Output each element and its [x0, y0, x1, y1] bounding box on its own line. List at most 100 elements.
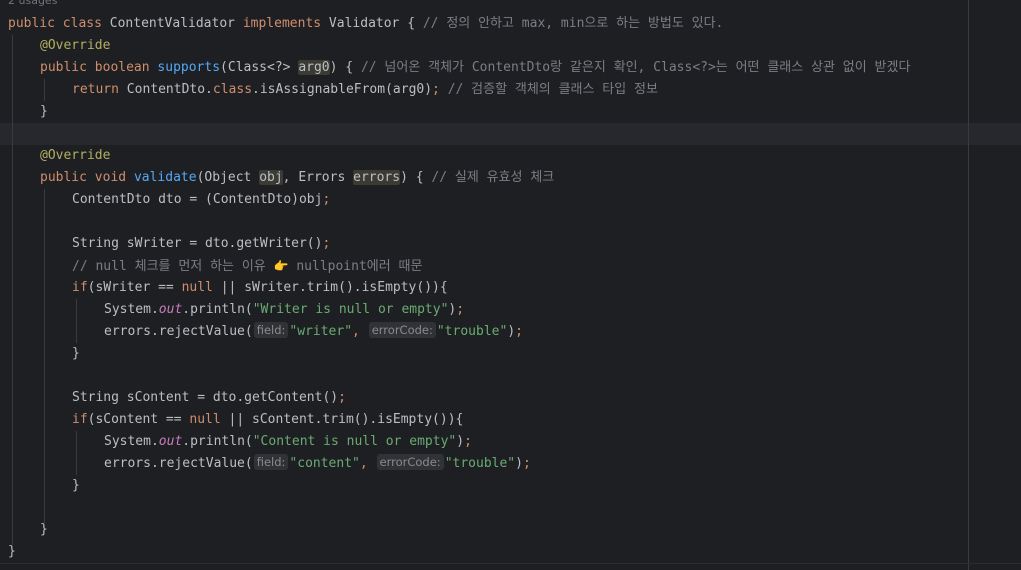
keyword: boolean	[94, 60, 150, 75]
code-text: errors.rejectValue(	[104, 324, 253, 339]
parameter-hint: errorCode:	[376, 454, 444, 470]
code-line-14[interactable]: System.out.println("Writer is null or em…	[104, 299, 464, 321]
semicolon: ;	[456, 302, 465, 317]
method-name: supports	[157, 60, 221, 75]
annotation: @Override	[40, 148, 111, 163]
code-line-25[interactable]: }	[8, 541, 16, 563]
code-text: )	[507, 324, 516, 339]
keyword: if	[72, 412, 88, 427]
code-line-15[interactable]: errors.rejectValue(field: "writer", error…	[104, 321, 523, 343]
code-text: || sWriter.trim().isEmpty()){	[212, 280, 448, 295]
code-text: (Class<?>	[220, 60, 299, 75]
indent-guide	[76, 299, 77, 343]
comment: // 정의 안하고 max, min으로 하는 방법도 있다.	[422, 16, 724, 31]
keyword: public	[8, 16, 55, 31]
indent-guide	[44, 79, 45, 101]
code-line-19[interactable]: if(sContent == null || sContent.trim().i…	[72, 409, 463, 431]
code-line-18[interactable]: String sContent = dto.getContent();	[72, 387, 346, 409]
semicolon: ;	[322, 236, 331, 251]
comment: // 넘어온 객체가 ContentDto랑 같은지 확인, Class<?>는…	[360, 60, 911, 75]
indent-guide	[44, 189, 45, 523]
right-margin-guide	[968, 0, 969, 570]
code-text: System.	[104, 434, 159, 449]
code-text: errors.rejectValue(	[104, 456, 253, 471]
code-text: ) {	[329, 60, 361, 75]
method-name: validate	[133, 170, 197, 185]
indent-guide	[76, 431, 77, 475]
semicolon: ;	[322, 192, 331, 207]
keyword: implements	[242, 16, 322, 31]
parameter-hint: errorCode:	[368, 322, 436, 338]
class-name: ContentValidator	[101, 16, 243, 31]
parameter-hint: field:	[253, 322, 289, 338]
code-line-4[interactable]: return ContentDto.class.isAssignableFrom…	[72, 79, 658, 101]
string-literal: "trouble"	[444, 456, 516, 471]
code-line-22[interactable]: }	[72, 475, 80, 497]
semicolon: ;	[515, 324, 523, 339]
closing-brace: }	[72, 478, 80, 493]
closing-brace: }	[72, 346, 80, 361]
closing-brace: }	[40, 104, 48, 119]
code-text: String sContent = dto.getContent()	[72, 390, 339, 405]
parameter-hint: field:	[253, 454, 289, 470]
keyword: public	[40, 170, 87, 185]
code-line-16[interactable]: }	[72, 343, 80, 365]
comment: // 실제 유효성 체크	[431, 170, 555, 185]
keyword: null	[189, 412, 221, 427]
code-text: (sContent ==	[87, 412, 190, 427]
string-literal: "content"	[289, 456, 360, 471]
code-line-5[interactable]: }	[40, 101, 48, 123]
keyword: return	[72, 82, 119, 97]
code-line-8[interactable]: public void validate(Object obj, Errors …	[40, 167, 554, 189]
semicolon: ;	[522, 456, 531, 471]
string-literal: "trouble"	[436, 324, 508, 339]
comment: // null 체크를 먼저 하는 이유	[72, 259, 274, 274]
static-field: out	[158, 302, 183, 317]
semicolon: ;	[432, 82, 440, 97]
code-line-24[interactable]: }	[40, 519, 48, 541]
code-line-7[interactable]: @Override	[40, 145, 110, 167]
code-text: || sContent.trim().isEmpty()){	[220, 412, 464, 427]
semicolon: ;	[464, 434, 472, 449]
code-text: String sWriter = dto.getWriter()	[72, 236, 323, 251]
code-line-13[interactable]: if(sWriter == null || sWriter.trim().isE…	[72, 277, 448, 299]
code-text: ) {	[400, 170, 432, 185]
code-text: System.	[104, 302, 159, 317]
semicolon: ;	[338, 390, 346, 405]
code-line-11[interactable]: String sWriter = dto.getWriter();	[72, 233, 330, 255]
code-text: .println(	[182, 302, 253, 317]
code-text: .println(	[182, 434, 253, 449]
parameter: obj	[259, 170, 283, 185]
code-text: (sWriter ==	[87, 280, 182, 295]
code-editor[interactable]: 2 usages public class ContentValidator i…	[0, 0, 1021, 570]
comma: ,	[359, 456, 368, 471]
static-field: out	[158, 434, 183, 449]
code-line-2[interactable]: @Override	[40, 35, 110, 57]
keyword: public	[40, 60, 87, 75]
current-line-highlight	[0, 123, 1021, 145]
comma: ,	[352, 324, 360, 339]
code-line-12[interactable]: // null 체크를 먼저 하는 이유 👉 nullpoint에러 때문	[72, 255, 422, 277]
comment: // 검증할 객체의 클래스 타입 정보	[439, 82, 658, 97]
string-literal: "writer"	[289, 324, 353, 339]
indent-guide	[12, 35, 13, 545]
parameter: arg0	[298, 60, 330, 75]
parameter: errors	[353, 170, 401, 185]
keyword: class	[62, 16, 102, 31]
code-text: .isAssignableFrom(arg0)	[252, 82, 433, 97]
keyword: class	[212, 82, 253, 97]
code-line-1[interactable]: public class ContentValidator implements…	[8, 13, 723, 35]
code-line-21[interactable]: errors.rejectValue(field: "content", erro…	[104, 453, 531, 475]
string-literal: "Content is null or empty"	[252, 434, 457, 449]
code-text: )	[515, 456, 523, 471]
keyword: null	[181, 280, 213, 295]
usages-hint[interactable]: 2 usages	[8, 0, 57, 8]
closing-brace: }	[8, 544, 16, 559]
code-text: )	[456, 434, 465, 449]
code-text: Validator {	[321, 16, 423, 31]
code-line-3[interactable]: public boolean supports(Class<?> arg0) {…	[40, 57, 910, 79]
code-line-9[interactable]: ContentDto dto = (ContentDto)obj;	[72, 189, 330, 211]
pointing-hand-icon: 👉	[273, 259, 289, 273]
string-literal: "Writer is null or empty"	[252, 302, 449, 317]
code-line-20[interactable]: System.out.println("Content is null or e…	[104, 431, 472, 453]
